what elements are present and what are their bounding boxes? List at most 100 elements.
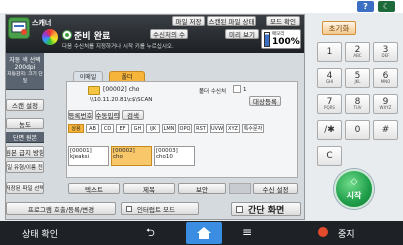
top-bar: ? ☾ [0,0,403,13]
system-bar: 상태 확인 ⮌ ≡ 중지 [0,221,403,245]
auto-color-label: 자동 색 선택 [9,57,41,64]
reset-button[interactable]: 초기화 [322,21,356,35]
key-8[interactable]: 8 TUV [345,94,370,114]
status-check-button[interactable]: 상태 확인 [22,227,58,240]
subject-button[interactable]: 제목 [123,183,175,194]
key-number: C [326,151,333,161]
alpha-tab-ijk[interactable]: IJK [146,124,160,133]
file-type-button[interactable]: 파일 유형/이름 전송 [6,161,44,173]
key-4[interactable]: 4 GHI [317,68,342,88]
security-button[interactable]: 보안 [178,183,226,194]
preview-button[interactable]: 미리 보기 [225,29,259,39]
alpha-tab-lmn[interactable]: LMN [162,124,176,133]
interrupt-mode-button[interactable]: 인터럽트 모드 [121,202,199,215]
density-label: 농도 [19,120,31,129]
status-title: 준비 완료 [74,32,111,42]
key-number: # [381,125,390,135]
folder-entry[interactable]: [00001] kjeaksi [68,146,109,166]
memory-bar [264,32,270,47]
saved-file-select-button[interactable]: 저장된 파일 선택 [6,182,44,194]
scanned-file-state-button[interactable]: 스캔된 파일 상태 [207,16,256,26]
alpha-tab-uvw[interactable]: UVW [210,124,224,133]
alpha-tab-opq[interactable]: OPQ [178,124,192,133]
program-button[interactable]: 프로그램 호출/등록/변경 [6,202,116,215]
file-save-button[interactable]: 파일 저장 [172,16,205,26]
back-icon[interactable]: ⮌ [146,224,155,243]
folder-name: cho [128,86,140,93]
simple-screen-button[interactable]: 간단 화면 [231,202,301,216]
alpha-tab-rst[interactable]: RST [194,124,208,133]
key-number: 0 [354,125,361,135]
help-icon: ? [363,2,368,11]
key-0[interactable]: 0 [345,120,370,140]
tab-folder[interactable]: 폴더 [109,71,145,81]
help-button[interactable]: ? [357,1,374,12]
key-9[interactable]: 9 WXYZ [373,94,398,114]
scanner-app-icon [8,17,30,39]
scan-settings-button[interactable]: 스캔 설정 [6,99,44,111]
tab-email[interactable]: 이메일 [73,71,103,81]
dpi-label: 200dpi [14,64,36,71]
folder-entry-name: kjeaksi [70,154,90,160]
density-button[interactable]: 농도 [6,118,44,129]
receive-setting-button[interactable]: 수신 설정 [253,183,298,194]
interrupt-mode-label: 인터럽트 모드 [137,205,175,214]
register-target-button[interactable]: 대상등록 [249,96,281,106]
stop-icon [318,227,328,237]
key-star[interactable]: /✱ [317,120,342,140]
clear-key[interactable]: C [317,146,342,166]
search-button[interactable]: 검색 [122,110,144,120]
alpha-tab-gh[interactable]: GH [131,124,144,133]
folder-recipients-value: 1 [243,87,247,93]
simple-screen-checkbox [236,205,243,213]
scanner-app-panel: 스캐너 준비 완료 다음 수신처를 지정하거나 시작 키를 누르십시오. 파일 … [5,14,305,220]
key-3[interactable]: 3 DEF [373,42,398,62]
menu-icon[interactable]: ≡ [242,225,252,239]
original-side-button[interactable]: 단면 원본 [6,132,44,143]
folder-header: [00002] cho [103,86,139,93]
key-letters: WXYZ [379,105,392,110]
auto-size-label: 자동감지: 크기 단일 [7,72,43,84]
key-5[interactable]: 5 JKL [345,68,370,88]
alpha-tab-frequent[interactable]: 상용 [68,124,84,133]
key-letters: DEF [381,53,390,58]
key-letters: TUV [353,105,362,110]
status-subtext: 다음 수신처를 지정하거나 시작 키를 누르십시오. [62,44,174,50]
stop-button[interactable]: 중지 [338,227,355,240]
swirl-logo-icon [42,29,58,45]
manual-input-button[interactable]: 수동입력 [95,110,120,120]
home-button[interactable] [186,222,222,244]
key-letters: MNO [380,79,391,84]
start-button[interactable]: ◇ 시작 [334,169,374,209]
key-2[interactable]: 2 ABC [345,42,370,62]
key-letters: JKL [354,79,361,84]
disabled-button [229,183,251,194]
energy-saver-button[interactable]: ☾ [378,1,395,12]
alpha-tab-ab[interactable]: AB [86,124,99,133]
register-number-button[interactable]: 등록번호 [68,110,93,120]
alpha-tab-xyz[interactable]: XYZ [226,124,240,133]
folder-recipients-label: 폴더 수신처 [199,89,227,95]
key-1[interactable]: 1 [317,42,342,62]
key-7[interactable]: 7 PQRS [317,94,342,114]
memory-indicator: 메모리 100% [261,29,301,49]
home-icon [197,227,211,239]
memory-value: 100% [272,37,300,47]
start-icon: ◇ [350,177,358,187]
folder-path: \\10.11.20.81\c$\SCAN [90,97,153,103]
folder-mini-icon [233,85,241,93]
start-label: 시작 [346,191,362,200]
original-orient-button[interactable]: 원본 급지 방향 [6,146,44,158]
alpha-tab-ef[interactable]: EF [116,124,129,133]
key-hash[interactable]: # [373,120,398,140]
folder-entry[interactable]: [00003] cho10 [154,146,195,166]
key-6[interactable]: 6 MNO [373,68,398,88]
alpha-tab-cd[interactable]: CD [101,124,114,133]
alpha-tab-special[interactable]: 특수문자 [242,124,264,133]
folder-entry-selected[interactable]: [00002] cho [111,146,152,166]
text-button[interactable]: 텍스트 [68,183,120,194]
folder-icon [88,86,100,95]
mode-check-button[interactable]: 모드 확인 [266,16,300,26]
key-number: /✱ [324,125,335,135]
folder-entry-name: cho10 [156,154,173,160]
